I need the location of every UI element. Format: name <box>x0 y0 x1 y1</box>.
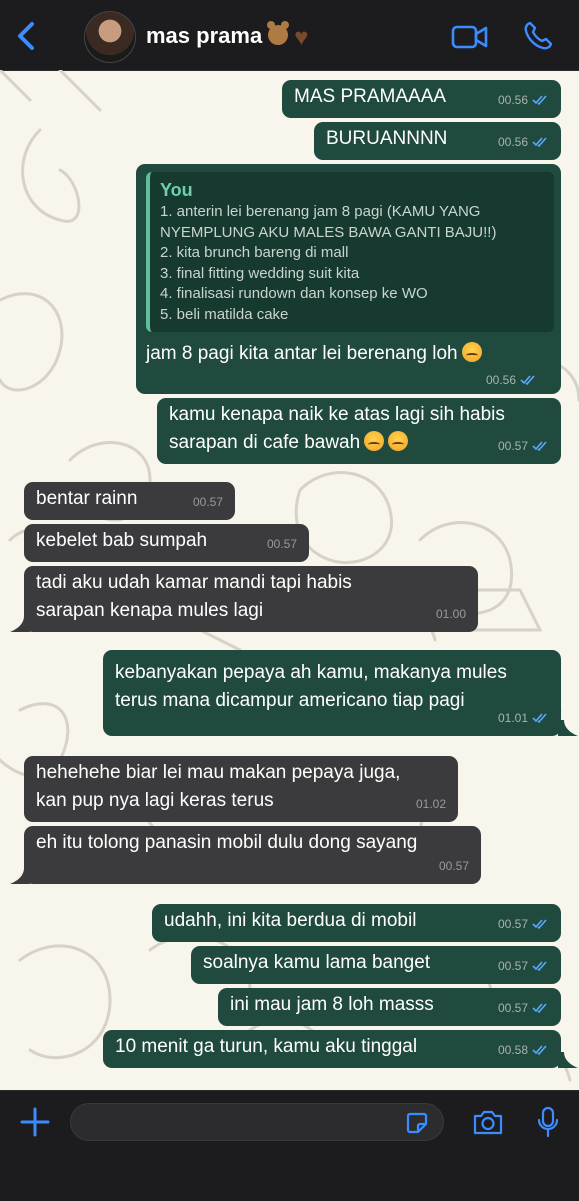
quote-line: 5. beli matilda cake <box>160 305 289 323</box>
message-bubble-incoming[interactable]: bentar rainn 00.57 <box>24 482 235 520</box>
back-chevron-icon[interactable] <box>12 18 42 54</box>
message-text: sarapan kenapa mules lagi <box>36 600 264 621</box>
message-input[interactable] <box>70 1103 444 1141</box>
brown-heart-icon: ♥ <box>294 24 309 51</box>
message-text: kan pup nya lagi keras terus <box>36 790 274 811</box>
message-text: 10 menit ga turun, kamu aku tinggal <box>115 1036 418 1057</box>
bubble-tail <box>558 720 578 736</box>
message-bubble-outgoing[interactable]: kamu kenapa naik ke atas lagi sih habis … <box>157 398 561 464</box>
bubble-tail <box>558 1052 578 1068</box>
double-check-icon <box>532 713 547 724</box>
angry-face-icon <box>364 431 385 451</box>
double-check-icon <box>532 1045 547 1056</box>
quote-line: NYEMPLUNG AKU MALES BAWA GANTI BAJU!!) <box>160 223 497 241</box>
contact-name: mas prama <box>146 23 263 48</box>
message-text: udahh, ini kita berdua di mobil <box>164 910 417 931</box>
message-bubble-outgoing[interactable]: udahh, ini kita berdua di mobil 00.57 <box>152 904 561 942</box>
message-time: 00.57 <box>438 859 469 873</box>
contact-name-button[interactable]: mas prama ♥ <box>146 21 309 52</box>
double-check-icon <box>532 961 547 972</box>
bubble-tail <box>10 616 30 632</box>
message-text: sarapan di cafe bawah <box>169 432 361 453</box>
message-text: terus mana dicampur americano tiap pagi <box>115 690 465 711</box>
message-time: 00.57 <box>192 495 223 509</box>
message-time: 01.00 <box>435 607 466 621</box>
composer-bar <box>0 1090 579 1201</box>
message-text: tadi aku udah kamar mandi tapi habis <box>36 572 352 593</box>
message-time: 00.56 <box>497 135 528 149</box>
quote-line: 4. finalisasi rundown dan konsep ke WO <box>160 285 428 302</box>
message-bubble-outgoing[interactable]: kebanyakan pepaya ah kamu, makanya mules… <box>103 650 561 736</box>
microphone-icon[interactable] <box>536 1106 560 1138</box>
quote-author: You <box>160 180 193 200</box>
angry-face-icon <box>461 342 482 362</box>
avatar[interactable] <box>84 11 136 63</box>
message-time: 00.57 <box>266 537 297 551</box>
message-time: 01.02 <box>415 797 446 811</box>
message-text: jam 8 pagi kita antar lei berenang loh <box>146 343 458 364</box>
video-camera-icon[interactable] <box>450 22 490 52</box>
message-time: 00.57 <box>497 959 528 973</box>
quote-line: 1. anterin lei berenang jam 8 pagi (KAMU… <box>160 203 481 220</box>
message-bubble-incoming[interactable]: hehehehe biar lei mau makan pepaya juga,… <box>24 756 458 822</box>
message-text: kebelet bab sumpah <box>36 530 208 551</box>
quote-line: 2. kita brunch bareng di mall <box>160 244 349 261</box>
chat-area[interactable]: MAS PRAMAAAA 00.56 BURUANNNN 00.56 You 1… <box>0 70 579 1090</box>
message-bubble-outgoing[interactable]: 10 menit ga turun, kamu aku tinggal 00.5… <box>103 1030 561 1068</box>
phone-icon[interactable] <box>522 20 554 52</box>
message-time: 00.58 <box>497 1043 528 1057</box>
double-check-icon <box>532 95 547 106</box>
message-text: kamu kenapa naik ke atas lagi sih habis <box>169 404 505 425</box>
message-bubble-outgoing[interactable]: BURUANNNN 00.56 <box>314 122 561 160</box>
message-text: kebanyakan pepaya ah kamu, makanya mules <box>115 662 507 683</box>
double-check-icon <box>532 441 547 452</box>
plus-icon[interactable] <box>20 1107 50 1137</box>
double-check-icon <box>520 375 535 386</box>
sticker-icon[interactable] <box>405 1111 429 1135</box>
double-check-icon <box>532 919 547 930</box>
chat-header: mas prama ♥ <box>0 0 579 71</box>
message-text: eh itu tolong panasin mobil dulu dong sa… <box>36 832 418 853</box>
message-text: soalnya kamu lama banget <box>203 952 431 973</box>
message-time: 00.57 <box>497 439 528 453</box>
message-time: 00.57 <box>497 917 528 931</box>
message-bubble-incoming[interactable]: eh itu tolong panasin mobil dulu dong sa… <box>24 826 481 884</box>
message-bubble-outgoing[interactable]: MAS PRAMAAAA 00.56 <box>282 80 561 118</box>
quote-line: 3. final fitting wedding suit kita <box>160 264 360 282</box>
double-check-icon <box>532 137 547 148</box>
message-bubble-incoming[interactable]: kebelet bab sumpah 00.57 <box>24 524 309 562</box>
message-time: 00.56 <box>497 93 528 107</box>
message-bubble-incoming[interactable]: tadi aku udah kamar mandi tapi habis sar… <box>24 566 478 632</box>
teddy-bear-icon <box>267 21 290 45</box>
message-bubble-outgoing[interactable]: soalnya kamu lama banget 00.57 <box>191 946 561 984</box>
message-text: hehehehe biar lei mau makan pepaya juga, <box>36 762 401 783</box>
message-bubble-outgoing[interactable]: ini mau jam 8 loh masss 00.57 <box>218 988 561 1026</box>
message-time: 00.57 <box>497 1001 528 1015</box>
double-check-icon <box>532 1003 547 1014</box>
angry-face-icon <box>388 431 409 451</box>
bubble-tail <box>10 868 30 884</box>
quoted-message[interactable]: You 1. anterin lei berenang jam 8 pagi (… <box>146 172 554 332</box>
message-time: 01.01 <box>497 711 528 725</box>
camera-icon[interactable] <box>472 1108 504 1136</box>
message-time: 00.56 <box>486 373 517 387</box>
